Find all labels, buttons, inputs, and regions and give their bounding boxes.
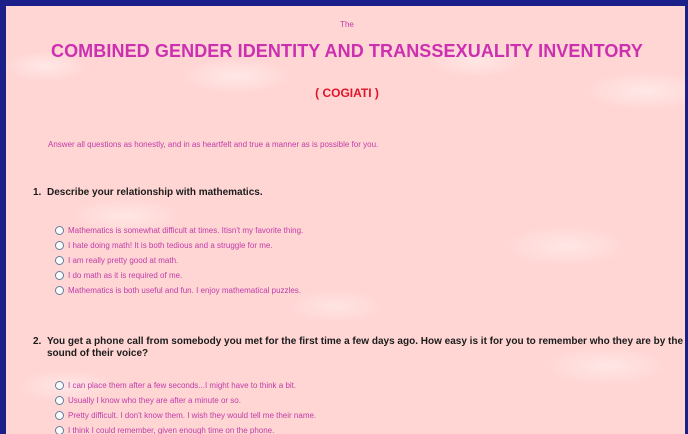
answer-option[interactable]: I do math as it is required of me.	[55, 268, 303, 283]
question-text: Describe your relationship with mathemat…	[47, 187, 263, 198]
answer-option[interactable]: I think I could remember, given enough t…	[55, 423, 316, 434]
option-label[interactable]: Mathematics is somewhat difficult at tim…	[68, 226, 303, 235]
question-number: 2.	[33, 336, 42, 347]
radio-button[interactable]	[55, 241, 64, 250]
option-label[interactable]: I can place them after a few seconds...I…	[68, 381, 296, 390]
title-prefix: The	[340, 20, 354, 29]
radio-button[interactable]	[55, 286, 64, 295]
answer-option[interactable]: I hate doing math! It is both tedious an…	[55, 238, 303, 253]
radio-button[interactable]	[55, 271, 64, 280]
question-2-options: I can place them after a few seconds...I…	[55, 378, 316, 434]
option-label[interactable]: Usually I know who they are after a minu…	[68, 396, 241, 405]
option-label[interactable]: I am really pretty good at math.	[68, 256, 178, 265]
option-label[interactable]: Pretty difficult. I don't know them. I w…	[68, 411, 316, 420]
answer-option[interactable]: Mathematics is both useful and fun. I en…	[55, 283, 303, 298]
answer-option[interactable]: Mathematics is somewhat difficult at tim…	[55, 223, 303, 238]
option-label[interactable]: I do math as it is required of me.	[68, 271, 182, 280]
question-text: You get a phone call from somebody you m…	[47, 336, 684, 359]
question-1-options: Mathematics is somewhat difficult at tim…	[55, 223, 303, 298]
page-title: COMBINED GENDER IDENTITY AND TRANSSEXUAL…	[50, 41, 644, 61]
question-number: 1.	[33, 187, 42, 198]
radio-button[interactable]	[55, 381, 64, 390]
answer-option[interactable]: I am really pretty good at math.	[55, 253, 303, 268]
option-label[interactable]: Mathematics is both useful and fun. I en…	[68, 286, 301, 295]
answer-option[interactable]: Usually I know who they are after a minu…	[55, 393, 316, 408]
option-label[interactable]: I hate doing math! It is both tedious an…	[68, 241, 273, 250]
answer-option[interactable]: Pretty difficult. I don't know them. I w…	[55, 408, 316, 423]
page-subtitle: ( COGIATI )	[315, 86, 379, 100]
option-label[interactable]: I think I could remember, given enough t…	[68, 426, 274, 434]
radio-button[interactable]	[55, 426, 64, 434]
answer-option[interactable]: I can place them after a few seconds...I…	[55, 378, 316, 393]
radio-button[interactable]	[55, 396, 64, 405]
window-frame: The COMBINED GENDER IDENTITY AND TRANSSE…	[0, 0, 688, 434]
instructions-text: Answer all questions as honestly, and in…	[48, 140, 379, 149]
page-content: The COMBINED GENDER IDENTITY AND TRANSSE…	[6, 6, 685, 434]
radio-button[interactable]	[55, 411, 64, 420]
radio-button[interactable]	[55, 256, 64, 265]
radio-button[interactable]	[55, 226, 64, 235]
